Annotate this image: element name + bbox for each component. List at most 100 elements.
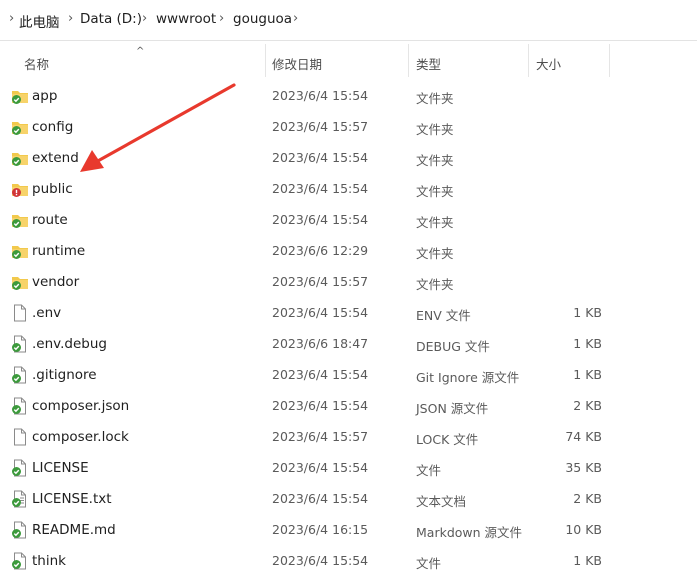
file-synced-icon	[11, 459, 29, 477]
chevron-right-icon[interactable]: ›	[293, 11, 298, 26]
file-synced-icon	[11, 335, 29, 353]
chevron-right-icon[interactable]: ›	[68, 11, 73, 26]
file-row[interactable]: route 2023/6/4 15:54 文件夹	[0, 205, 697, 236]
file-synced-icon	[11, 397, 29, 415]
file-size: 2 KB	[573, 398, 602, 413]
folder-synced-icon	[11, 211, 29, 229]
file-name: app	[32, 88, 58, 104]
folder-synced-icon	[11, 87, 29, 105]
file-row[interactable]: think 2023/6/4 15:54 文件 1 KB	[0, 546, 697, 577]
file-name: .env	[32, 305, 62, 321]
file-row[interactable]: runtime 2023/6/6 12:29 文件夹	[0, 236, 697, 267]
file-name: think	[32, 553, 66, 569]
file-size: 1 KB	[573, 553, 602, 568]
file-type: 文件夹	[416, 277, 454, 292]
file-blank-icon	[11, 304, 29, 322]
file-size: 1 KB	[573, 336, 602, 351]
file-modified: 2023/6/4 15:57	[272, 119, 369, 134]
breadcrumb-item-data-drive[interactable]: Data (D:)	[80, 11, 142, 27]
file-modified: 2023/6/6 18:47	[272, 336, 369, 351]
column-divider[interactable]	[408, 44, 409, 77]
file-modified: 2023/6/4 15:54	[272, 305, 369, 320]
breadcrumb-item-wwwroot[interactable]: wwwroot	[156, 11, 216, 27]
file-row[interactable]: .env 2023/6/4 15:54 ENV 文件 1 KB	[0, 298, 697, 329]
file-row[interactable]: LICENSE.txt 2023/6/4 15:54 文本文档 2 KB	[0, 484, 697, 515]
file-modified: 2023/6/4 16:15	[272, 522, 369, 537]
chevron-right-icon: ›	[9, 11, 15, 26]
file-text-synced-icon	[11, 490, 29, 508]
breadcrumb-item-gouguoa[interactable]: gouguoa	[233, 11, 292, 27]
file-modified: 2023/6/4 15:54	[272, 460, 369, 475]
breadcrumb-item-this-pc[interactable]: 此电脑	[19, 11, 60, 31]
file-modified: 2023/6/4 15:54	[272, 367, 369, 382]
file-modified: 2023/6/4 15:54	[272, 181, 369, 196]
file-blank-icon	[11, 428, 29, 446]
file-type: 文件夹	[416, 122, 454, 137]
file-type: Git Ignore 源文件	[416, 370, 520, 385]
file-type: 文本文档	[416, 494, 467, 509]
file-type: Markdown 源文件	[416, 525, 523, 540]
folder-synced-icon	[11, 273, 29, 291]
file-row[interactable]: vendor 2023/6/4 15:57 文件夹	[0, 267, 697, 298]
file-synced-icon	[11, 552, 29, 570]
breadcrumb: › 此电脑 › Data (D:) › wwwroot › gouguoa ›	[0, 0, 697, 41]
file-row[interactable]: extend 2023/6/4 15:54 文件夹	[0, 143, 697, 174]
file-name: vendor	[32, 274, 80, 290]
file-name: public	[32, 181, 73, 197]
column-divider[interactable]	[609, 44, 610, 77]
file-modified: 2023/6/6 12:29	[272, 243, 369, 258]
file-name: extend	[32, 150, 79, 166]
file-size: 35 KB	[565, 460, 602, 475]
file-size: 1 KB	[573, 305, 602, 320]
file-size: 1 KB	[573, 367, 602, 382]
chevron-right-icon[interactable]: ›	[219, 11, 224, 26]
file-row[interactable]: .env.debug 2023/6/6 18:47 DEBUG 文件 1 KB	[0, 329, 697, 360]
file-row[interactable]: README.md 2023/6/4 16:15 Markdown 源文件 10 KB	[0, 515, 697, 546]
file-size: 2 KB	[573, 491, 602, 506]
folder-synced-icon	[11, 242, 29, 260]
file-name: runtime	[32, 243, 86, 259]
file-modified: 2023/6/4 15:54	[272, 553, 369, 568]
file-modified: 2023/6/4 15:57	[272, 429, 369, 444]
file-type: 文件	[416, 463, 442, 478]
file-modified: 2023/6/4 15:54	[272, 212, 369, 227]
file-type: DEBUG 文件	[416, 339, 490, 354]
file-name: config	[32, 119, 74, 135]
sort-ascending-icon: ^	[136, 46, 145, 57]
file-synced-icon	[11, 521, 29, 539]
file-row[interactable]: composer.lock 2023/6/4 15:57 LOCK 文件 74 KB	[0, 422, 697, 453]
file-type: 文件夹	[416, 184, 454, 199]
file-modified: 2023/6/4 15:54	[272, 88, 369, 103]
file-type: 文件夹	[416, 215, 454, 230]
file-type: 文件夹	[416, 91, 454, 106]
file-name: LICENSE.txt	[32, 491, 112, 507]
file-type: 文件	[416, 556, 442, 571]
file-modified: 2023/6/4 15:54	[272, 398, 369, 413]
folder-error-icon	[11, 180, 29, 198]
file-name: LICENSE	[32, 460, 89, 476]
file-name: composer.json	[32, 398, 130, 414]
file-row[interactable]: LICENSE 2023/6/4 15:54 文件 35 KB	[0, 453, 697, 484]
file-row[interactable]: composer.json 2023/6/4 15:54 JSON 源文件 2 KB	[0, 391, 697, 422]
file-type: LOCK 文件	[416, 432, 479, 447]
file-type: JSON 源文件	[416, 401, 489, 416]
file-row[interactable]: .gitignore 2023/6/4 15:54 Git Ignore 源文件 1 …	[0, 360, 697, 391]
file-name: .env.debug	[32, 336, 107, 352]
file-row[interactable]: app 2023/6/4 15:54 文件夹	[0, 81, 697, 112]
file-row[interactable]: config 2023/6/4 15:57 文件夹	[0, 112, 697, 143]
column-divider[interactable]	[265, 44, 266, 77]
file-name: composer.lock	[32, 429, 129, 445]
file-type: 文件夹	[416, 246, 454, 261]
column-divider[interactable]	[528, 44, 529, 77]
file-type: 文件夹	[416, 153, 454, 168]
file-name: README.md	[32, 522, 116, 538]
folder-synced-icon	[11, 118, 29, 136]
file-type: ENV 文件	[416, 308, 471, 323]
file-modified: 2023/6/4 15:57	[272, 274, 369, 289]
file-modified: 2023/6/4 15:54	[272, 491, 369, 506]
file-size: 10 KB	[565, 522, 602, 537]
chevron-right-icon[interactable]: ›	[142, 11, 147, 26]
file-size: 74 KB	[565, 429, 602, 444]
file-name: route	[32, 212, 68, 228]
file-row[interactable]: public 2023/6/4 15:54 文件夹	[0, 174, 697, 205]
